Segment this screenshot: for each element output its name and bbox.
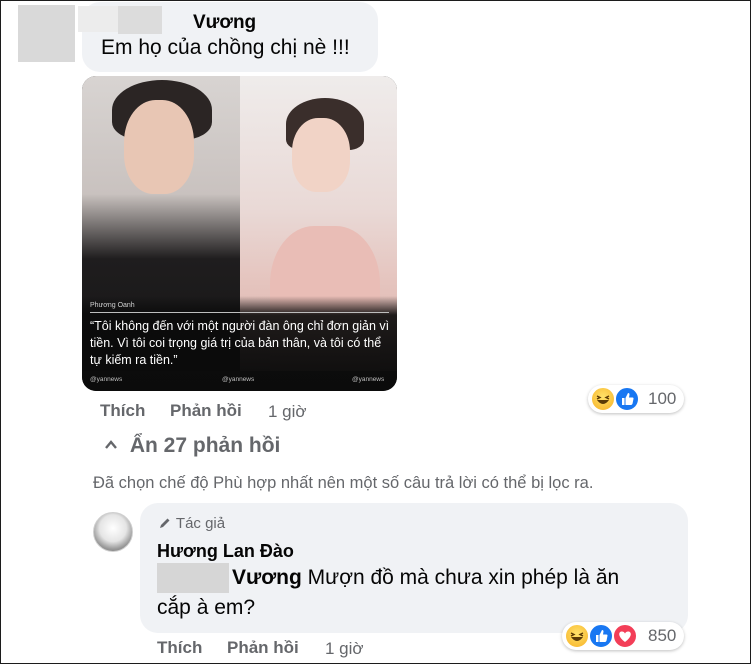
censored-name-block [157,563,229,593]
haha-icon [590,386,616,412]
attached-photo[interactable]: Phương Oanh “Tôi không đến với một người… [82,76,397,391]
comment-author[interactable]: Vương [193,12,256,34]
photo-quote: “Tôi không đến với một người đàn ông chỉ… [90,319,390,367]
photo-divider [90,312,389,313]
reaction-count: 100 [648,389,677,408]
reply-timestamp[interactable]: 1 giờ [325,639,364,659]
filter-note: Đã chọn chế độ Phù hợp nhất nên một số c… [93,474,594,492]
reactions-summary[interactable]: 850 [562,622,684,650]
avatar[interactable] [18,5,75,62]
pencil-icon [160,518,170,528]
like-button[interactable]: Thích [100,401,145,421]
avatar[interactable] [93,512,133,552]
like-icon [614,386,640,412]
chevron-up-icon [104,434,124,458]
reply-bubble: Tác giả Hương Lan Đào Vương Mượn đồ mà c… [140,503,688,633]
author-badge-label: Tác giả [175,515,226,532]
like-button[interactable]: Thích [157,638,202,658]
photo-credit: Phương Oanh [90,302,135,309]
photo-tag: @yannews [222,376,255,383]
reaction-count: 850 [648,626,677,645]
love-icon [612,623,638,649]
reply-author[interactable]: Hương Lan Đào [157,541,294,562]
reply-button[interactable]: Phản hồi [170,401,242,421]
author-badge: Tác giả [158,515,225,532]
like-icon [588,623,614,649]
censored-name-block [78,6,118,32]
censored-name-block [118,6,162,34]
hide-replies-label: Ẩn 27 phản hồi [129,434,281,457]
comment-text: Em họ của chồng chị nè !!! [101,36,350,59]
photo-tag: @yannews [90,376,123,383]
reply-text: Mượn đồ mà chưa xin phép là ăn [301,566,620,589]
mention-tag[interactable]: Vương [232,566,302,589]
reply-text-line: Vương Mượn đồ mà chưa xin phép là ăn [232,566,619,590]
haha-icon [564,623,590,649]
comment-timestamp[interactable]: 1 giờ [268,402,307,422]
reactions-summary[interactable]: 100 [588,385,684,413]
reply-button[interactable]: Phản hồi [227,638,299,658]
photo-tag: @yannews [352,376,385,383]
hide-replies-button[interactable]: Ẩn 27 phản hồi [104,434,280,458]
reply-text-line: cắp à em? [157,596,256,619]
photo-figure-face [292,118,350,192]
photo-figure-face [124,100,194,194]
